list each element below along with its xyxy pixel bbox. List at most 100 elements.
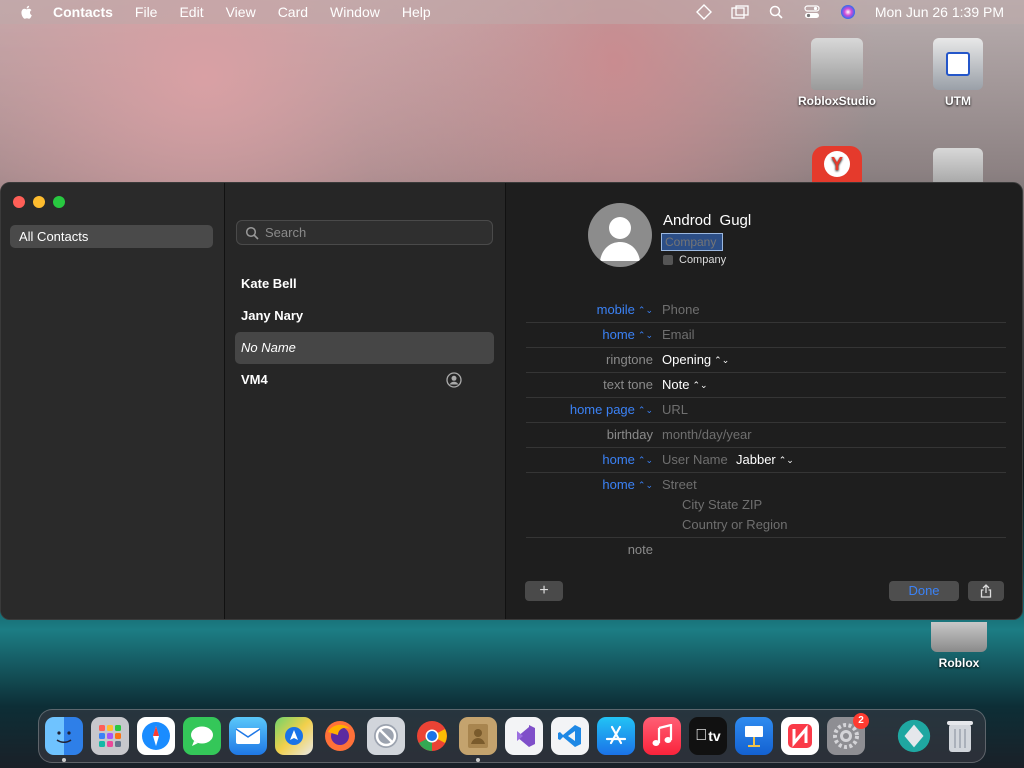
first-name[interactable]: Androd (663, 212, 711, 229)
field-label-home-page[interactable]: home page ⌃⌄ (570, 402, 653, 417)
phone-input[interactable]: Phone (662, 302, 700, 317)
visual-studio-icon[interactable] (505, 717, 543, 755)
desktop-icon-label: RobloxStudio (798, 94, 876, 108)
url-input[interactable]: URL (662, 402, 688, 417)
menu-edit[interactable]: Edit (179, 4, 203, 20)
app-store-icon[interactable] (597, 717, 635, 755)
running-indicator (476, 758, 480, 762)
xcode-cloud-icon[interactable] (895, 717, 933, 755)
desktop-icon-drive-partial[interactable] (932, 148, 984, 186)
minimize-button[interactable] (33, 196, 45, 208)
im-service-popup[interactable]: Jabber ⌃⌄ (736, 452, 794, 467)
done-button[interactable]: Done (889, 581, 959, 601)
sidebar-item-all-contacts[interactable]: All Contacts (10, 225, 213, 248)
menu-file[interactable]: File (135, 4, 158, 20)
menu-bar: Contacts File Edit View Card Window Help… (0, 0, 1024, 24)
company-checkbox-label: Company (679, 254, 727, 266)
zoom-button[interactable] (53, 196, 65, 208)
safari-icon[interactable] (137, 717, 175, 755)
notification-badge: 2 (853, 713, 869, 729)
ringtone-popup[interactable]: Opening ⌃⌄ (662, 352, 729, 367)
search-icon (245, 226, 259, 240)
field-label-mobile[interactable]: mobile ⌃⌄ (597, 302, 653, 317)
menu-window[interactable]: Window (330, 4, 380, 20)
chevron-updown-icon: ⌃⌄ (637, 305, 653, 315)
field-label-text-tone: text tone (603, 377, 653, 392)
window-switcher-icon[interactable] (731, 4, 749, 20)
field-label-ringtone: ringtone (606, 352, 653, 367)
contact-card: Androd Gugl Company mobile⌃⌄ Phone home⌃… (506, 183, 1022, 619)
city-state-zip-input[interactable]: City State ZIP (682, 497, 762, 512)
news-icon[interactable] (781, 717, 819, 755)
chevron-updown-icon: ⌃⌄ (637, 330, 653, 340)
country-input[interactable]: Country or Region (682, 517, 788, 532)
add-field-button[interactable]: + (525, 581, 563, 601)
birthday-input[interactable]: month/day/year (662, 427, 752, 442)
field-instant-message: home ⌃⌄ User Name Jabber ⌃⌄ (526, 447, 1006, 473)
text-tone-popup[interactable]: Note ⌃⌄ (662, 377, 708, 392)
finder-icon[interactable] (45, 717, 83, 755)
drive-icon (933, 148, 983, 182)
username-input[interactable]: User Name (662, 452, 728, 467)
firefox-icon[interactable] (321, 717, 359, 755)
field-note[interactable]: note (526, 537, 1006, 562)
nosleep-icon[interactable] (367, 717, 405, 755)
contact-row[interactable]: Jany Nary (235, 300, 494, 332)
search-input[interactable] (265, 225, 465, 240)
close-button[interactable] (13, 196, 25, 208)
messages-icon[interactable] (183, 717, 221, 755)
yandex-browser-icon[interactable]: Y (812, 146, 862, 186)
field-label-home-address[interactable]: home ⌃⌄ (602, 477, 653, 492)
system-settings-icon[interactable]: 2 (827, 713, 869, 755)
vscode-icon[interactable] (551, 717, 589, 755)
contact-list-pane: Kate Bell Jany Nary No Name VM4 (225, 183, 506, 619)
apple-menu-icon[interactable] (19, 4, 35, 20)
maps-icon[interactable] (275, 717, 313, 755)
menu-app-contacts[interactable]: Contacts (53, 4, 113, 20)
contact-name: VM4 (241, 372, 268, 387)
menu-view[interactable]: View (226, 4, 256, 20)
launchpad-icon[interactable] (91, 717, 129, 755)
utm-app-icon (933, 38, 983, 90)
siri-icon[interactable] (839, 4, 857, 20)
field-address: home ⌃⌄ Street City State ZIP Country or … (526, 472, 1006, 538)
contacts-icon[interactable] (459, 717, 497, 755)
trash-icon[interactable] (941, 717, 979, 755)
control-center-icon[interactable] (803, 4, 821, 20)
diamond-status-icon[interactable] (695, 4, 713, 20)
checkbox-icon[interactable] (663, 255, 673, 265)
mail-icon[interactable] (229, 717, 267, 755)
search-field[interactable] (236, 220, 493, 245)
tv-icon[interactable]: tv (689, 717, 727, 755)
avatar[interactable] (588, 203, 652, 267)
field-ringtone: ringtone Opening ⌃⌄ (526, 347, 1006, 373)
contact-full-name[interactable]: Androd Gugl (663, 212, 751, 229)
desktop-icon-roblox[interactable]: Roblox (930, 622, 988, 670)
menu-card[interactable]: Card (278, 4, 308, 20)
contact-row-selected[interactable]: No Name (235, 332, 494, 364)
yandex-logo-icon: Y (812, 146, 862, 182)
field-label-home-im[interactable]: home ⌃⌄ (602, 452, 653, 467)
contact-row[interactable]: VM4 (235, 364, 494, 396)
company-checkbox[interactable]: Company (663, 254, 726, 266)
desktop-icon-utm[interactable]: UTM (930, 38, 986, 108)
keynote-icon[interactable] (735, 717, 773, 755)
share-button[interactable] (968, 581, 1004, 601)
music-icon[interactable] (643, 717, 681, 755)
email-input[interactable]: Email (662, 327, 695, 342)
chevron-updown-icon: ⌃⌄ (637, 455, 653, 465)
menu-clock[interactable]: Mon Jun 26 1:39 PM (875, 4, 1004, 20)
contacts-window: All Contacts Kate Bell Jany Nary No Name… (0, 182, 1023, 620)
desktop-icon-robloxstudio[interactable]: RobloxStudio (795, 38, 879, 108)
field-label-home-email[interactable]: home ⌃⌄ (602, 327, 653, 342)
field-text-tone: text tone Note ⌃⌄ (526, 372, 1006, 398)
menu-help[interactable]: Help (402, 4, 431, 20)
spotlight-search-icon[interactable] (767, 4, 785, 20)
dock: tv 2 (38, 709, 986, 763)
chrome-icon[interactable] (413, 717, 451, 755)
last-name[interactable]: Gugl (720, 212, 752, 229)
street-input[interactable]: Street (662, 477, 697, 492)
contact-row[interactable]: Kate Bell (235, 268, 494, 300)
field-home-page: home page ⌃⌄ URL (526, 397, 1006, 423)
company-field[interactable] (661, 233, 723, 251)
